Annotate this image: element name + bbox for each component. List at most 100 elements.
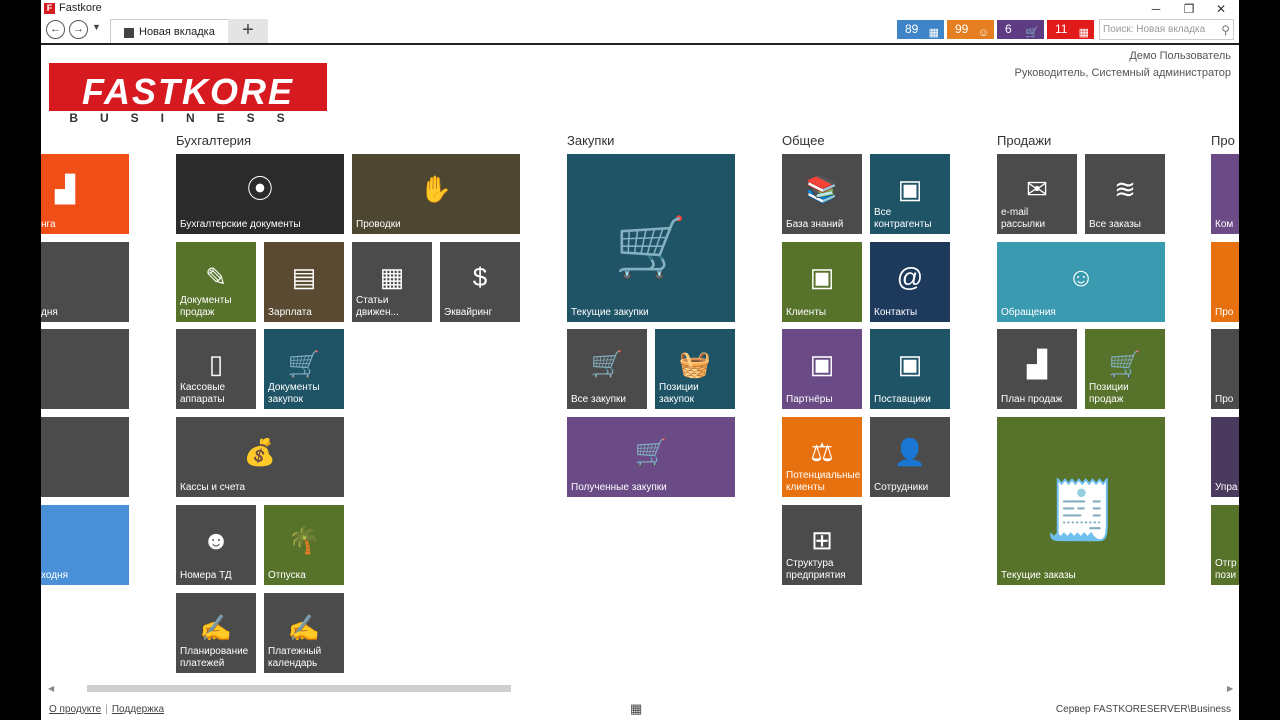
tile-all-counterparties[interactable]: ▣ Все контрагенты (870, 154, 950, 234)
tile-label: Партнёры (786, 394, 833, 405)
tile-label: Сотрудники (874, 482, 929, 493)
tile-label: Кассовые аппараты (180, 382, 226, 405)
about-link[interactable]: О продукте (49, 704, 101, 715)
badge-support[interactable]: 99 ☺ (947, 20, 994, 39)
tile-label: Ком (1215, 219, 1234, 230)
tile-label: Зарплата (268, 307, 312, 318)
email-forward-icon: ✉ (1026, 174, 1048, 204)
tile-label: Документы закупок (268, 382, 320, 405)
tile-potential-clients[interactable]: ⚖ Потенциальные клиенты (782, 417, 862, 497)
tile-left-5[interactable]: ▦ ходня (41, 505, 129, 585)
tile-td-numbers[interactable]: ☻ Номера ТД (176, 505, 256, 585)
maximize-button[interactable]: ❐ (1174, 1, 1204, 17)
tile-left-3[interactable]: ▦ (41, 329, 129, 409)
tile-label: Про (1215, 394, 1234, 405)
window-title: Fastkore (59, 2, 102, 14)
search-icon[interactable]: ⚲ (1221, 23, 1230, 37)
tile-label: Про (1215, 307, 1234, 318)
tile-payment-planning[interactable]: ✍ Планирование платежей (176, 593, 256, 673)
tile-org-structure[interactable]: ⊞ Структура предприятия (782, 505, 862, 585)
badge-calendar[interactable]: 89 ▦ (897, 20, 944, 39)
tile-label: e-mail рассылки (1001, 207, 1046, 230)
tile-clients[interactable]: ▣ Клиенты (782, 242, 862, 322)
tile-label: Отпуска (268, 570, 306, 581)
tile-vacations[interactable]: 🌴 Отпуска (264, 505, 344, 585)
hand-money-icon: ✋ (419, 174, 453, 204)
section-title-accounting: Бухгалтерия (176, 133, 252, 148)
tile-label: Обращения (1001, 307, 1056, 318)
tile-purchase-docs[interactable]: 🛒 Документы закупок (264, 329, 344, 409)
section-title-sales: Продажи (997, 133, 1052, 148)
support-link[interactable]: Поддержка (112, 704, 164, 715)
tile-label: Позиции закупок (659, 382, 699, 405)
tile-label: Платежный календарь (268, 646, 322, 669)
calendar-check-icon: ☑ (41, 264, 129, 290)
scroll-right-arrow[interactable]: ▶ (1227, 684, 1233, 693)
edit-board-icon: ✍ (287, 613, 321, 643)
tile-label: Структура предприятия (786, 558, 846, 581)
hierarchy-icon: ⊞ (811, 525, 833, 555)
tile-left-2[interactable]: ☑ дня (41, 242, 129, 322)
tile-purchase-items[interactable]: 🧺 Позиции закупок (655, 329, 735, 409)
coins-icon: ⦿ (246, 174, 273, 204)
tile-salary[interactable]: ▤ Зарплата (264, 242, 344, 322)
money-bag-icon: 💰 (243, 437, 277, 467)
tile-email-campaigns[interactable]: ✉ e-mail рассылки (997, 154, 1077, 234)
tile-employees[interactable]: 👤 Сотрудники (870, 417, 950, 497)
tile-requests[interactable]: ☺ Обращения (997, 242, 1165, 322)
tile-right-1[interactable]: Ком (1211, 154, 1239, 234)
tile-knowledge-base[interactable]: 📚 База знаний (782, 154, 862, 234)
cart-icon: 🛒 (1025, 27, 1039, 39)
badge-count: 6 (1005, 22, 1012, 36)
scales-icon: ⚖ (810, 437, 834, 467)
tile-cash-registers[interactable]: ▯ Кассовые аппараты (176, 329, 256, 409)
tile-label: Все контрагенты (874, 207, 932, 230)
tile-payment-calendar[interactable]: ✍ Платежный календарь (264, 593, 344, 673)
tile-right-3[interactable]: Про (1211, 329, 1239, 409)
cart-icon: 🛒 (634, 437, 668, 467)
section-title-partial: Про (1211, 133, 1235, 148)
tile-label: дня (41, 307, 58, 318)
tile-postings[interactable]: ✋ Проводки (352, 154, 520, 234)
scroll-left-arrow[interactable]: ◀ (48, 684, 54, 693)
tile-accounting-docs[interactable]: ⦿ Бухгалтерские документы (176, 154, 344, 234)
tile-partners[interactable]: ▣ Партнёры (782, 329, 862, 409)
tile-right-2[interactable]: Про (1211, 242, 1239, 322)
tile-acquiring[interactable]: $ Эквайринг (440, 242, 520, 322)
forward-button[interactable]: → (69, 20, 88, 39)
search-input[interactable]: Поиск: Новая вкладка ⚲ (1099, 19, 1234, 40)
tile-all-purchases[interactable]: 🛒 Все закупки (567, 329, 647, 409)
tile-current-purchases[interactable]: 🛒 Текущие закупки (567, 154, 735, 322)
tile-label: Планирование платежей (180, 646, 249, 669)
tile-sales-docs[interactable]: ✎ Документы продаж (176, 242, 256, 322)
minimize-button[interactable]: ─ (1141, 1, 1171, 17)
chart-icon: ▟ (55, 174, 75, 204)
tile-label: Клиенты (786, 307, 827, 318)
chevron-down-icon[interactable]: ▼ (92, 22, 101, 32)
grid-view-icon[interactable]: ▦ (630, 701, 649, 716)
tile-cash-accounts[interactable]: 💰 Кассы и счета (176, 417, 344, 497)
headset-icon: ☺ (1067, 262, 1095, 292)
tile-right-5[interactable]: Отгр пози (1211, 505, 1239, 585)
tile-all-orders[interactable]: ≋ Все заказы (1085, 154, 1165, 234)
tile-right-4[interactable]: Упра (1211, 417, 1239, 497)
tile-label: Эквайринг (444, 307, 493, 318)
tile-cashflow-items[interactable]: ▦ Статьи движен... (352, 242, 432, 322)
close-button[interactable]: ✕ (1206, 1, 1236, 17)
tile-left-4[interactable]: ▦ (41, 417, 129, 497)
tile-contacts[interactable]: @ Контакты (870, 242, 950, 322)
tile-left-1[interactable]: ▟ нга (41, 154, 129, 234)
badge-calendar-alert[interactable]: 11 ▦ (1047, 20, 1094, 39)
user-name[interactable]: Демо Пользователь (1015, 48, 1231, 65)
badge-cart[interactable]: 6 🛒 (997, 20, 1044, 39)
tile-suppliers[interactable]: ▣ Поставщики (870, 329, 950, 409)
tile-label: Потенциальные клиенты (786, 470, 861, 493)
horizontal-scrollbar[interactable] (87, 685, 511, 692)
tile-sales-items[interactable]: 🛒 Позиции продаж (1085, 329, 1165, 409)
tile-received-purchases[interactable]: 🛒 Полученные закупки (567, 417, 735, 497)
tile-sales-plan[interactable]: ▟ План продаж (997, 329, 1077, 409)
back-button[interactable]: ← (46, 20, 65, 39)
new-tab-button[interactable]: + (228, 19, 268, 43)
tile-label: Текущие заказы (1001, 570, 1076, 581)
tile-current-orders[interactable]: 🧾 Текущие заказы (997, 417, 1165, 585)
